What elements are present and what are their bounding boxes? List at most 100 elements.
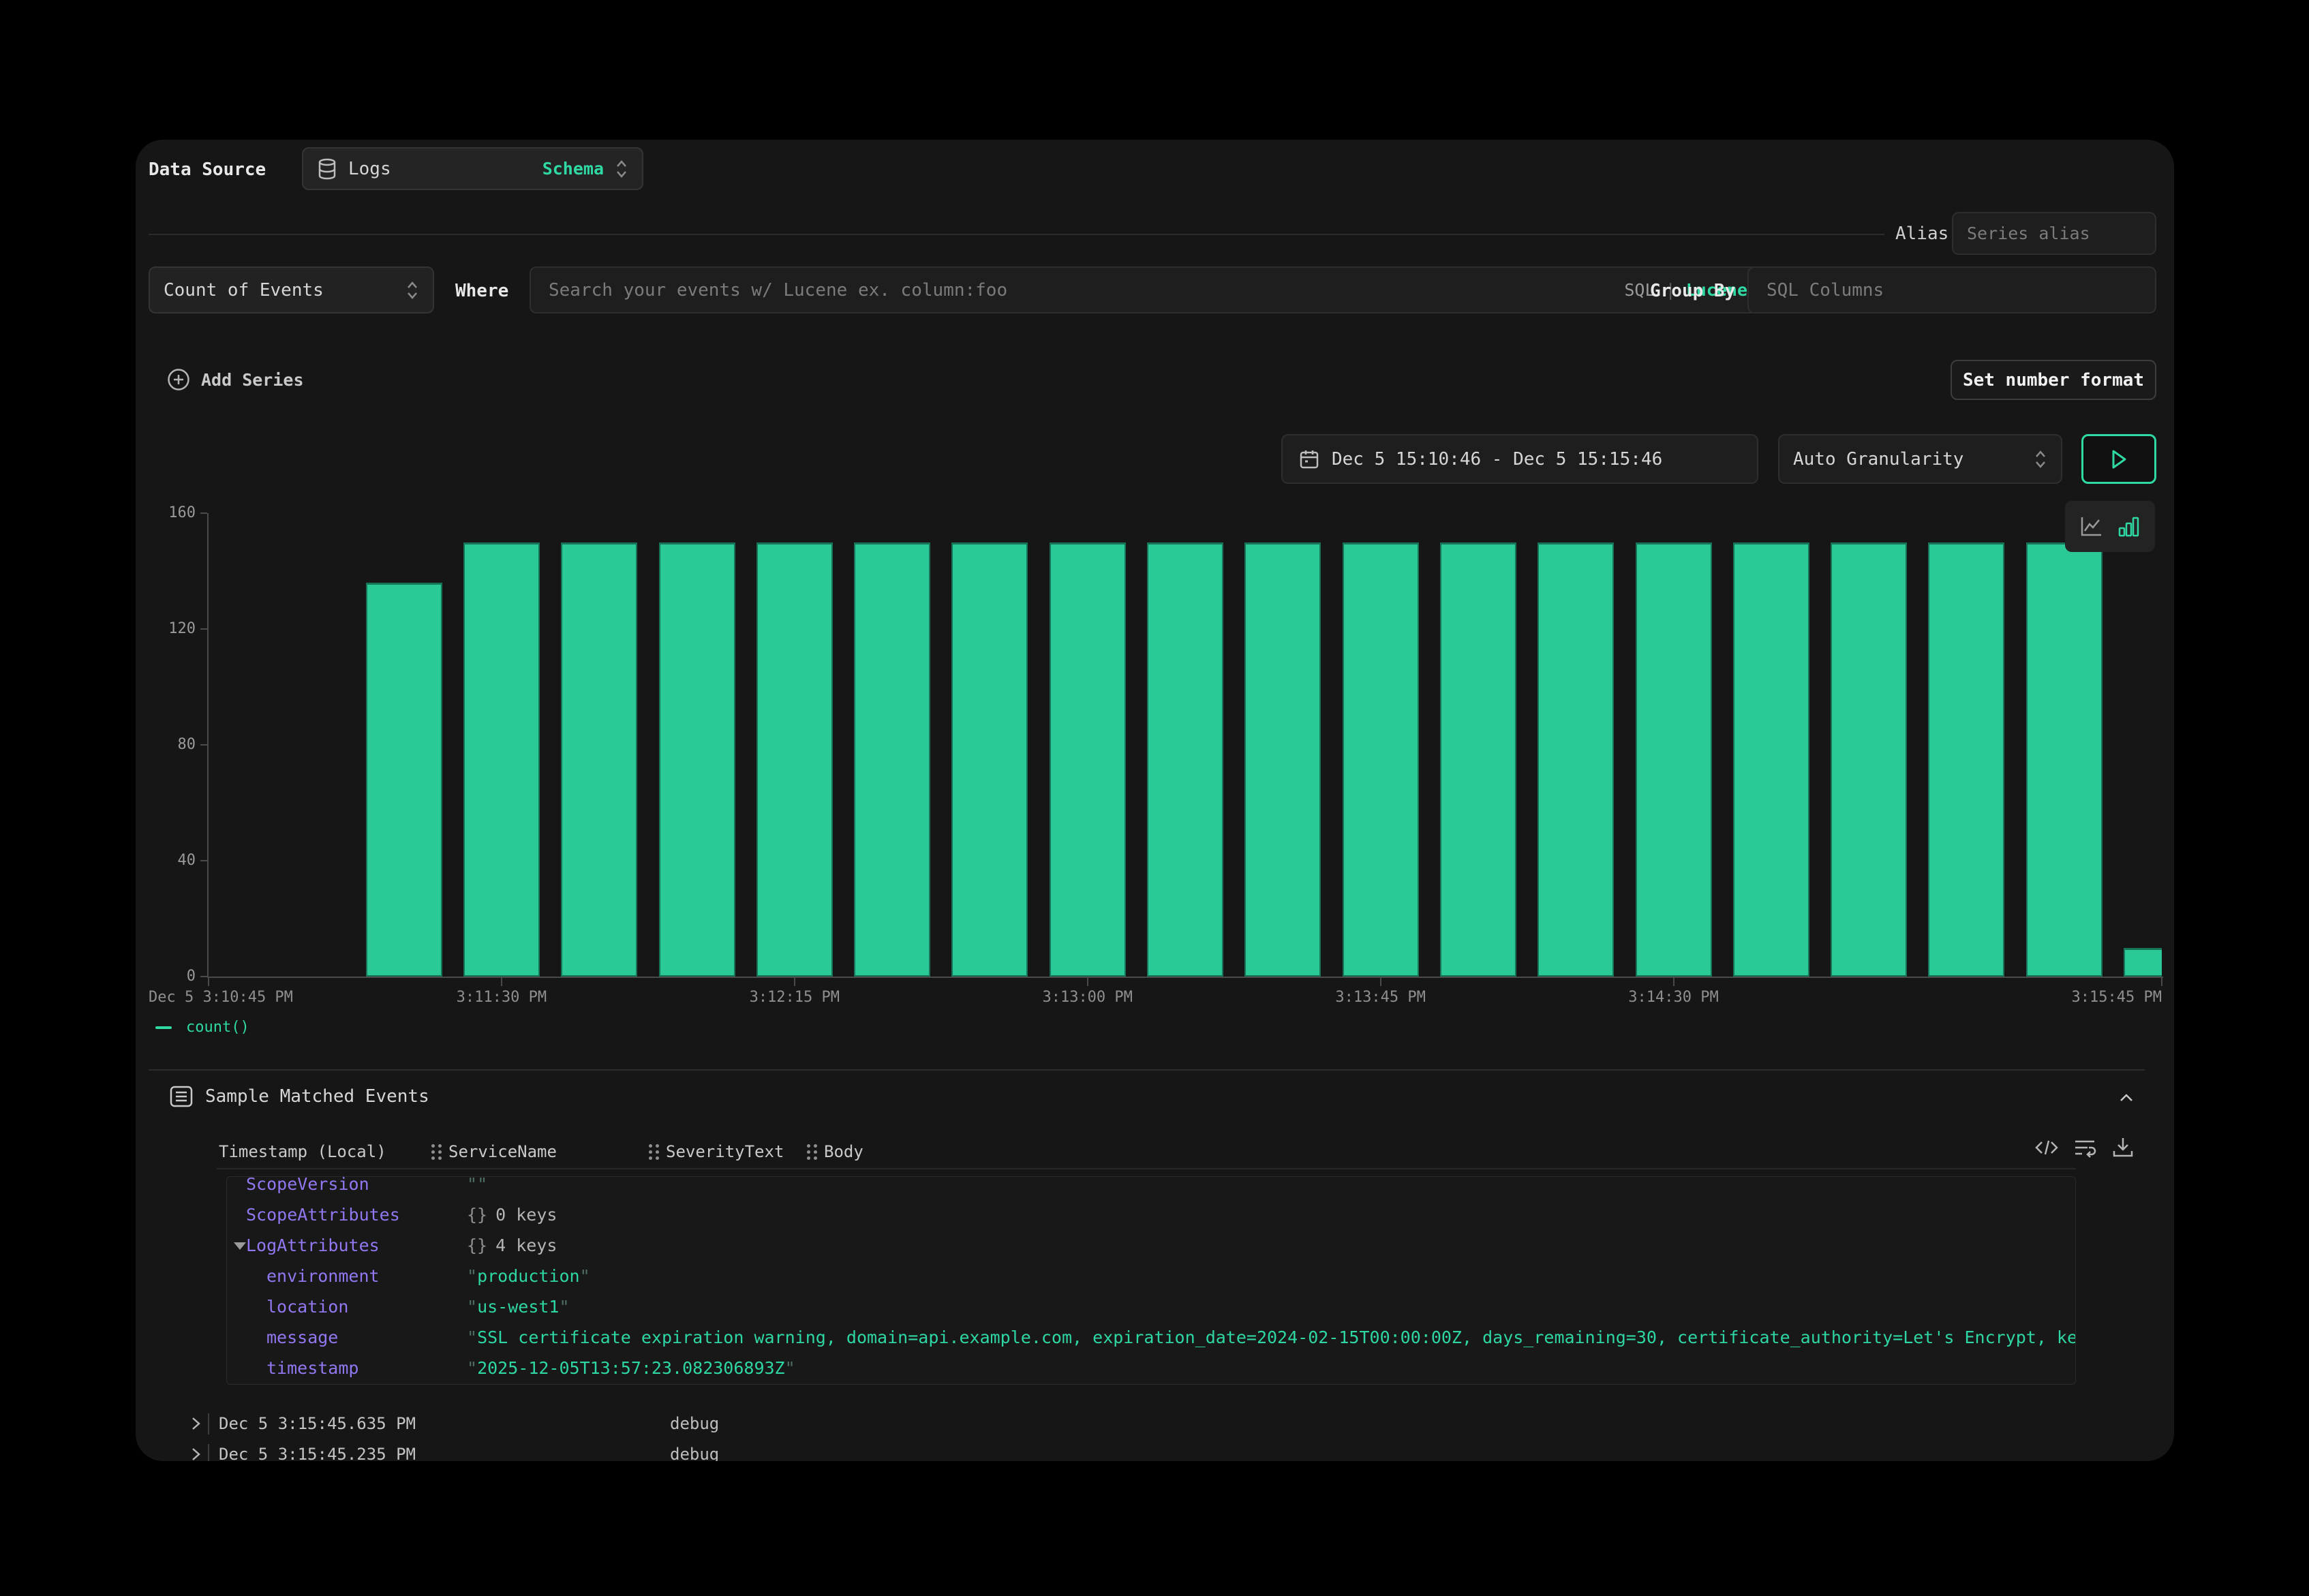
expanded-log-row: ScopeVersion""ScopeAttributes {}0 keysLog…: [226, 1176, 2076, 1385]
chart-bar: [2026, 542, 2102, 977]
y-tick-mark: [200, 976, 207, 977]
chart-bar: [854, 542, 930, 977]
json-row[interactable]: location "us-west1": [227, 1291, 2075, 1322]
where-label: Where: [455, 281, 508, 301]
set-number-format-button[interactable]: Set number format: [1951, 360, 2156, 400]
collapse-caret-icon[interactable]: [234, 1242, 246, 1250]
json-key: location: [266, 1291, 348, 1322]
chart-bar: [1244, 542, 1321, 977]
group-by-input-wrap: [1747, 266, 2156, 313]
braces-icon: {}: [467, 1205, 487, 1225]
quote: ": [559, 1297, 569, 1317]
chart-bar: [951, 542, 1028, 977]
chevron-updown-icon: [406, 279, 419, 301]
json-key: ScopeAttributes: [246, 1199, 400, 1230]
chart-legend: count(): [155, 1019, 249, 1036]
collapse-section-icon[interactable]: [2116, 1088, 2137, 1108]
json-row[interactable]: timestamp"2025-12-05T13:57:23.082306893Z…: [227, 1353, 2075, 1383]
column-header-body[interactable]: Body: [807, 1141, 863, 1162]
y-tick-label: 120: [136, 620, 196, 638]
x-tick-mark: [2161, 978, 2162, 986]
set-number-format-label: Set number format: [1963, 370, 2144, 390]
x-tick-label: Dec 5 3:10:45 PM: [149, 989, 293, 1007]
sample-events-header: Sample Matched Events: [169, 1084, 429, 1109]
drag-handle-icon[interactable]: [649, 1144, 659, 1160]
chart-bar: [1440, 542, 1516, 977]
quote: ": [467, 1328, 477, 1347]
event-timestamp: Dec 5 3:15:45.635 PM: [219, 1409, 416, 1439]
search-input-wrap: SQL | Lucene: [530, 266, 1765, 313]
data-source-value: Logs: [348, 159, 391, 179]
json-row[interactable]: message"SSL certificate expiration warni…: [227, 1322, 2075, 1353]
json-row[interactable]: LogAttributes{}4 keys: [227, 1230, 2075, 1261]
chart-bar: [1538, 542, 1614, 977]
y-tick-mark: [200, 512, 207, 514]
legend-series-label: count(): [186, 1019, 249, 1036]
json-row[interactable]: ScopeAttributes {}0 keys: [227, 1199, 2075, 1230]
download-icon[interactable]: [2111, 1136, 2135, 1159]
chart-bar: [1147, 542, 1223, 977]
events-toolbar: [2034, 1136, 2135, 1159]
bar-chart-icon[interactable]: [2117, 515, 2141, 539]
column-header-label: ServiceName: [448, 1142, 557, 1161]
add-series-button[interactable]: Add Series: [166, 367, 304, 392]
json-value: "us-west1": [467, 1291, 570, 1322]
column-header-label: SeverityText: [666, 1142, 784, 1161]
string-value: production: [477, 1266, 580, 1286]
event-row[interactable]: Dec 5 3:15:45.235 PM debug: [136, 1439, 2174, 1461]
string-value: us-west1: [477, 1297, 559, 1317]
json-row[interactable]: environment"production": [227, 1261, 2075, 1291]
x-tick-mark: [794, 978, 795, 986]
app-background: { "colors":{"accent":"#2FD9A4","bar":"#2…: [0, 0, 2309, 1596]
time-range-picker[interactable]: Dec 5 15:10:46 - Dec 5 15:15:46: [1281, 434, 1758, 484]
x-tick-mark: [1380, 978, 1381, 986]
alias-input[interactable]: [1953, 224, 2155, 243]
x-tick-mark: [208, 978, 209, 986]
aggregation-select[interactable]: Count of Events: [149, 266, 434, 313]
lucene-search-input[interactable]: [531, 280, 1764, 301]
json-tree: ScopeVersion""ScopeAttributes {}0 keysLog…: [227, 1176, 2075, 1383]
quote: ": [785, 1358, 795, 1378]
event-row[interactable]: Dec 5 3:15:45.635 PMdebug: [136, 1409, 2174, 1439]
event-severity: debug: [670, 1439, 719, 1461]
chart-bar: [2124, 948, 2162, 977]
group-by-input[interactable]: [1749, 280, 2155, 301]
expand-row-icon[interactable]: [187, 1445, 204, 1461]
json-row[interactable]: ScopeVersion"": [227, 1176, 2075, 1199]
column-header-severitytext[interactable]: SeverityText: [649, 1141, 784, 1162]
chart-bar: [659, 542, 735, 977]
query-editor-panel: Data Source Logs Schema Alias Count of E…: [136, 140, 2174, 1461]
drag-handle-icon[interactable]: [807, 1144, 817, 1160]
plus-circle-icon: [166, 367, 191, 392]
run-query-button[interactable]: [2081, 434, 2156, 484]
alias-label: Alias: [1895, 224, 1948, 244]
alias-input-wrap: [1952, 212, 2156, 255]
chart-bar: [1343, 542, 1419, 977]
column-header-servicename[interactable]: ServiceName: [431, 1141, 557, 1162]
chart-bar: [366, 583, 442, 977]
code-view-icon[interactable]: [2034, 1136, 2059, 1159]
y-tick-label: 160: [136, 504, 196, 522]
expand-row-icon[interactable]: [187, 1414, 204, 1433]
drag-handle-icon[interactable]: [431, 1144, 442, 1160]
data-source-select[interactable]: Logs Schema: [302, 147, 643, 190]
database-icon: [317, 157, 337, 181]
schema-toggle[interactable]: Schema: [542, 159, 604, 179]
granularity-select[interactable]: Auto Granularity: [1778, 434, 2062, 484]
column-header-timestamp-local-[interactable]: Timestamp (Local): [219, 1141, 386, 1162]
json-key: message: [266, 1322, 338, 1353]
aggregation-value: Count of Events: [164, 280, 324, 301]
chart-bars: [209, 513, 2162, 977]
json-key: environment: [266, 1261, 380, 1291]
y-tick-mark: [200, 860, 207, 861]
granularity-value: Auto Granularity: [1793, 449, 1963, 470]
chart-bar: [561, 542, 637, 977]
x-tick-label: 3:13:00 PM: [1042, 989, 1132, 1007]
header-divider: [217, 1168, 2076, 1169]
column-header-label: Timestamp (Local): [219, 1142, 386, 1161]
wrap-lines-icon[interactable]: [2073, 1136, 2097, 1159]
string-value: 2025-12-05T13:57:23.082306893Z: [477, 1358, 785, 1378]
event-timestamp: Dec 5 3:15:45.235 PM: [219, 1439, 416, 1461]
line-chart-icon[interactable]: [2079, 515, 2105, 539]
json-value: {}0 keys: [467, 1199, 557, 1230]
